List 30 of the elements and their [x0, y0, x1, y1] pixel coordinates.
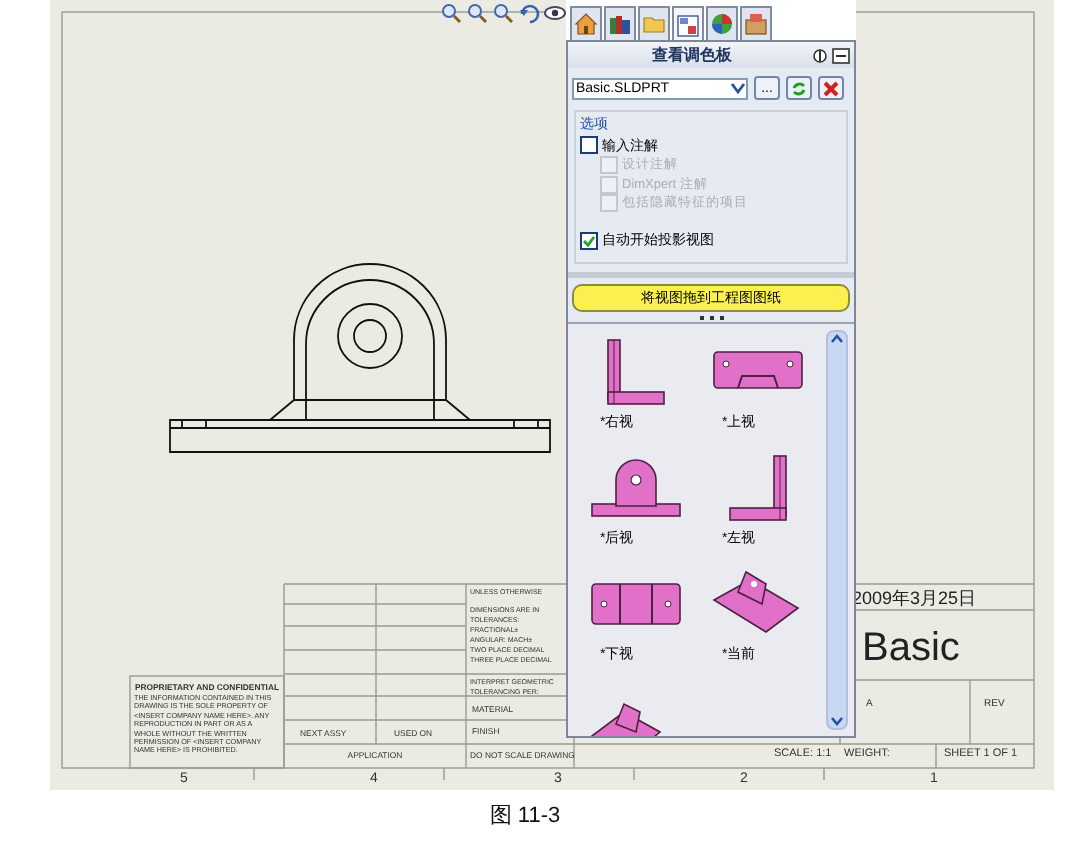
delete-button[interactable] [818, 76, 844, 100]
collapse-icon[interactable] [832, 47, 850, 63]
tab[interactable] [672, 6, 704, 42]
tab[interactable] [740, 6, 772, 40]
rotate-icon[interactable] [518, 2, 540, 24]
checkbox[interactable] [580, 231, 598, 249]
panel-title: 查看调色板 [650, 44, 734, 66]
window-icon [676, 13, 700, 37]
figure-caption: 图 11-3 [489, 804, 561, 828]
scroll-down-icon[interactable] [830, 716, 844, 728]
folder-icon [642, 12, 666, 36]
tab[interactable] [570, 6, 602, 40]
ball-icon [710, 12, 734, 36]
zoom-icon[interactable] [492, 2, 514, 24]
scroll-up-icon[interactable] [830, 332, 844, 344]
checkmark-icon [582, 233, 596, 247]
refresh-icon [790, 79, 808, 97]
refresh-button[interactable] [786, 76, 812, 100]
zoom-icon[interactable] [440, 2, 462, 24]
pin-icon[interactable] [812, 47, 828, 63]
tab[interactable] [604, 6, 636, 40]
drawing-title: Basic [862, 624, 960, 672]
house-icon [574, 12, 598, 36]
books-icon [608, 12, 632, 36]
tab[interactable] [706, 6, 738, 40]
close-icon [822, 79, 840, 97]
box-icon [744, 12, 768, 36]
checkbox[interactable] [580, 136, 598, 154]
eye-icon[interactable] [544, 2, 566, 24]
zoom-icon[interactable] [466, 2, 488, 24]
